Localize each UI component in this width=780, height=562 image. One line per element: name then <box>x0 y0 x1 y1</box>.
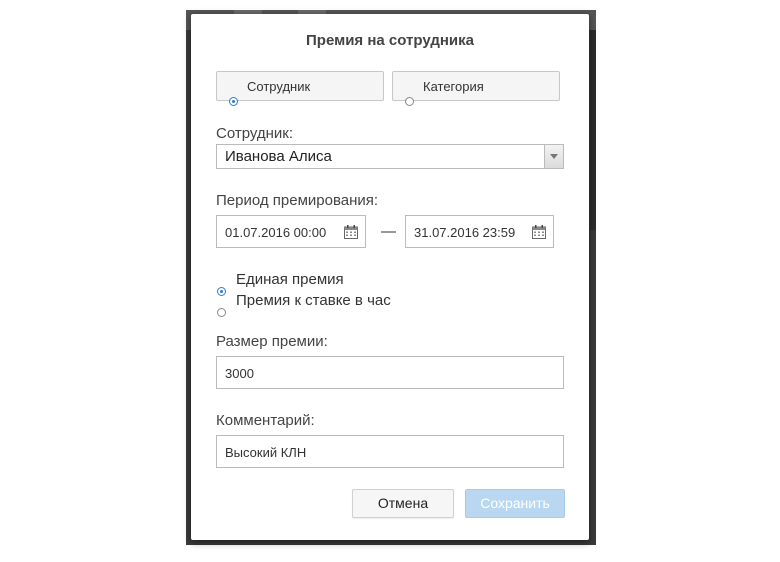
amount-value: 3000 <box>225 366 254 381</box>
period-to-input[interactable]: 31.07.2016 23:59 <box>405 215 554 248</box>
employee-label: Сотрудник: <box>216 125 294 142</box>
app-edge <box>590 30 596 230</box>
employee-select-value: Иванова Алиса <box>225 148 332 165</box>
period-label: Период премирования: <box>216 192 379 209</box>
tab-employee[interactable]: Сотрудник <box>216 71 384 106</box>
amount-label: Размер премии: <box>216 333 328 350</box>
bonus-type-hourly-radio[interactable] <box>217 308 226 317</box>
bonus-type-single-label: Единая премия <box>236 271 344 288</box>
bonus-type-single-radio[interactable] <box>217 287 226 296</box>
calendar-icon[interactable] <box>532 225 546 239</box>
period-from-input[interactable]: 01.07.2016 00:00 <box>216 215 366 248</box>
tab-employee-label: Сотрудник <box>247 79 311 94</box>
tab-category[interactable]: Категория <box>392 71 560 106</box>
period-to-value: 31.07.2016 23:59 <box>414 225 516 240</box>
cancel-button[interactable]: Отмена <box>352 489 454 518</box>
comment-input[interactable]: Высокий КЛН <box>216 435 564 468</box>
chevron-down-icon[interactable] <box>544 145 563 168</box>
tab-category-label: Категория <box>423 79 484 94</box>
comment-label: Комментарий: <box>216 412 315 429</box>
tab-employee-radio[interactable] <box>229 97 238 106</box>
calendar-icon[interactable] <box>344 225 358 239</box>
comment-value: Высокий КЛН <box>225 445 307 460</box>
employee-select[interactable]: Иванова Алиса <box>216 144 564 169</box>
period-separator: — <box>381 223 396 240</box>
period-from-value: 01.07.2016 00:00 <box>225 225 327 240</box>
tab-category-radio[interactable] <box>405 97 414 106</box>
amount-input[interactable]: 3000 <box>216 356 564 389</box>
bonus-dialog: Премия на сотрудника Сотрудник Категория… <box>191 14 589 540</box>
save-button[interactable]: Сохранить <box>465 489 565 518</box>
dialog-title: Премия на сотрудника <box>306 32 474 49</box>
bonus-type-hourly-label: Премия к ставке в час <box>236 292 391 309</box>
